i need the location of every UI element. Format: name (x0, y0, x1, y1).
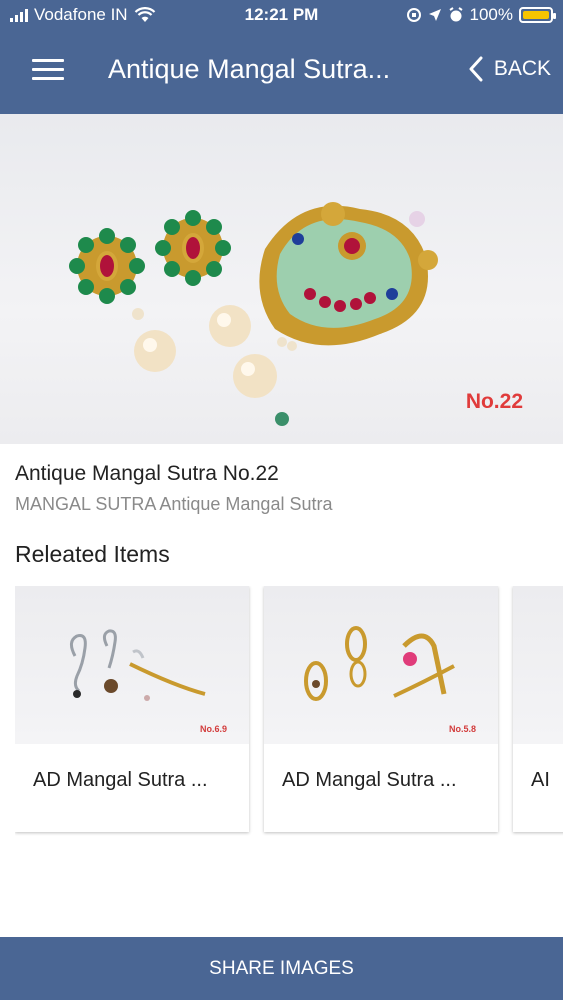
related-item-image-label: No.6.9 (199, 724, 227, 734)
product-category: MANGAL SUTRA Antique Mangal Sutra (15, 494, 333, 514)
related-item-image-label: No.5.8 (448, 724, 476, 734)
chevron-left-icon (469, 56, 483, 82)
related-item-card[interactable]: AI (513, 586, 563, 832)
rotation-lock-icon (406, 8, 421, 22)
back-button[interactable]: BACK (468, 56, 551, 82)
related-items-carousel[interactable]: No.6.9 AD Mangal Sutra ... No.5.8 AD Man… (15, 586, 563, 836)
product-title: Antique Mangal Sutra No.22 (15, 462, 279, 485)
related-item-image (513, 586, 563, 744)
related-items-heading: Releated Items (15, 541, 170, 567)
related-item-card[interactable]: No.6.9 AD Mangal Sutra ... (15, 586, 249, 832)
related-item-name: AD Mangal Sutra ... (282, 769, 457, 791)
location-icon (428, 9, 441, 21)
status-bar: Vodafone IN 12:21 PM 100% (0, 0, 563, 30)
app-bar: Vodafone IN 12:21 PM 100% Antique Mangal… (0, 0, 563, 114)
pager-dot[interactable] (275, 412, 289, 426)
hero-image-label: No.22 (465, 390, 523, 413)
share-images-label: SHARE IMAGES (209, 957, 354, 979)
related-item-name: AD Mangal Sutra ... (33, 769, 208, 791)
alarm-icon (448, 7, 463, 22)
share-images-button[interactable]: SHARE IMAGES (0, 937, 563, 1000)
related-item-photo (70, 629, 206, 701)
product-image-carousel[interactable]: No.22 (0, 114, 563, 444)
related-item-name: AI (531, 769, 550, 791)
status-right: 100% (406, 5, 556, 25)
menu-button[interactable] (32, 59, 64, 83)
related-item-photo (304, 626, 455, 701)
page-title: Antique Mangal Sutra... (108, 54, 391, 84)
related-item-image: No.6.9 (15, 586, 249, 744)
related-item-image: No.5.8 (264, 586, 498, 744)
related-item-card[interactable]: No.5.8 AD Mangal Sutra ... (264, 586, 498, 832)
battery-icon (519, 7, 556, 23)
back-label: BACK (493, 57, 551, 80)
battery-percent: 100% (469, 5, 513, 24)
